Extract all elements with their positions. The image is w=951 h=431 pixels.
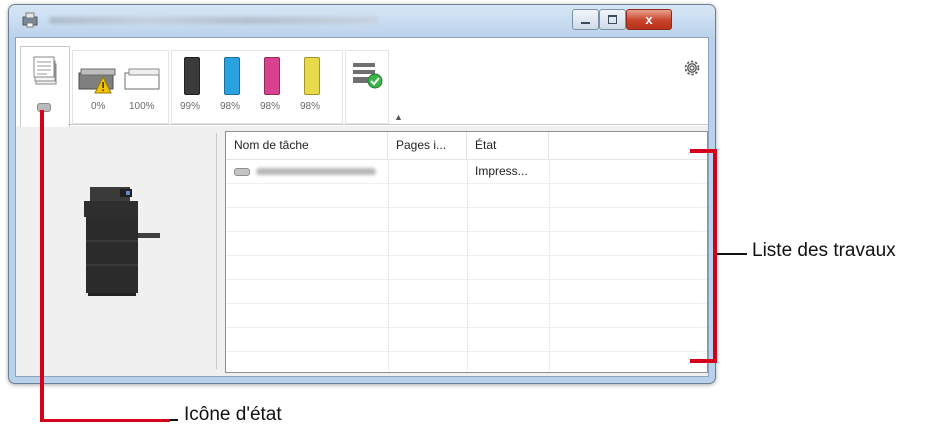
toner-percent-yellow: 98%: [300, 101, 321, 112]
table-row: [226, 280, 707, 304]
toner-cyan: [224, 57, 240, 95]
document-stack-icon: [33, 56, 57, 85]
status-monitor-window: x 0% 100% 99% 98% 98% 98% ▲ Nom de tâche…: [8, 4, 716, 384]
job-pages: [388, 160, 467, 183]
status-icon-leader-line: [170, 419, 178, 421]
window-client: 0% 100% 99% 98% 98% 98% ▲ Nom de tâche P…: [15, 37, 709, 377]
job-list[interactable]: Nom de tâche Pages i... État Impress...: [225, 131, 708, 373]
paper-tray-warning-icon: [78, 68, 116, 94]
column-header-job-name[interactable]: Nom de tâche: [226, 132, 388, 159]
close-button[interactable]: x: [626, 9, 672, 30]
collapse-arrow-icon[interactable]: ▲: [394, 112, 403, 122]
status-icon-annotation: Icône d'état: [184, 404, 282, 425]
job-list-bracket-bottom: [690, 359, 716, 363]
paper-group[interactable]: 0% 100%: [72, 50, 169, 124]
job-list-leader-line: [717, 253, 747, 255]
paper-percent-2: 100%: [129, 101, 155, 112]
table-row: [226, 208, 707, 232]
toner-black: [184, 57, 200, 95]
toner-group[interactable]: 99% 98% 98% 98%: [171, 50, 343, 124]
toner-magenta: [264, 57, 280, 95]
status-toolbar: 0% 100% 99% 98% 98% 98% ▲: [16, 38, 708, 127]
panel-splitter[interactable]: [216, 133, 217, 369]
job-list-annotation: Liste des travaux: [752, 240, 896, 261]
toner-yellow: [304, 57, 320, 95]
table-row: [226, 232, 707, 256]
tab-divider: [68, 124, 708, 125]
paper-percent-1: 0%: [91, 101, 106, 112]
gear-icon[interactable]: [682, 58, 702, 78]
status-icon-pointer-horizontal: [40, 419, 170, 422]
column-header-status[interactable]: État: [467, 132, 549, 159]
close-icon: x: [645, 12, 653, 27]
table-row: [226, 328, 707, 352]
job-list-header: Nom de tâche Pages i... État: [226, 132, 707, 160]
title-bar: x: [9, 5, 715, 37]
tab-status[interactable]: [20, 46, 70, 127]
toner-percent-magenta: 98%: [260, 101, 281, 112]
column-header-pages[interactable]: Pages i...: [388, 132, 467, 159]
window-title-blurred: [49, 17, 379, 24]
device-group[interactable]: [345, 50, 389, 124]
table-row: [226, 184, 707, 208]
printer-panel: [16, 126, 216, 376]
job-name-blurred: [256, 168, 376, 175]
job-status: Impress...: [475, 164, 528, 178]
paper-tray-icon: [124, 68, 160, 90]
table-row: [226, 256, 707, 280]
status-icon-pointer-vertical: [40, 110, 44, 422]
printer-device-image: [84, 187, 160, 296]
table-row: [226, 304, 707, 328]
toner-percent-cyan: 98%: [220, 101, 241, 112]
table-row[interactable]: Impress...: [226, 160, 707, 184]
printer-app-icon: [22, 12, 38, 28]
toner-percent-black: 99%: [180, 101, 201, 112]
maximize-button[interactable]: [599, 9, 626, 30]
job-icon: [234, 168, 250, 176]
minimize-button[interactable]: [572, 9, 599, 30]
scanner-check-icon: [353, 63, 383, 89]
job-list-bracket-spine: [713, 149, 717, 363]
